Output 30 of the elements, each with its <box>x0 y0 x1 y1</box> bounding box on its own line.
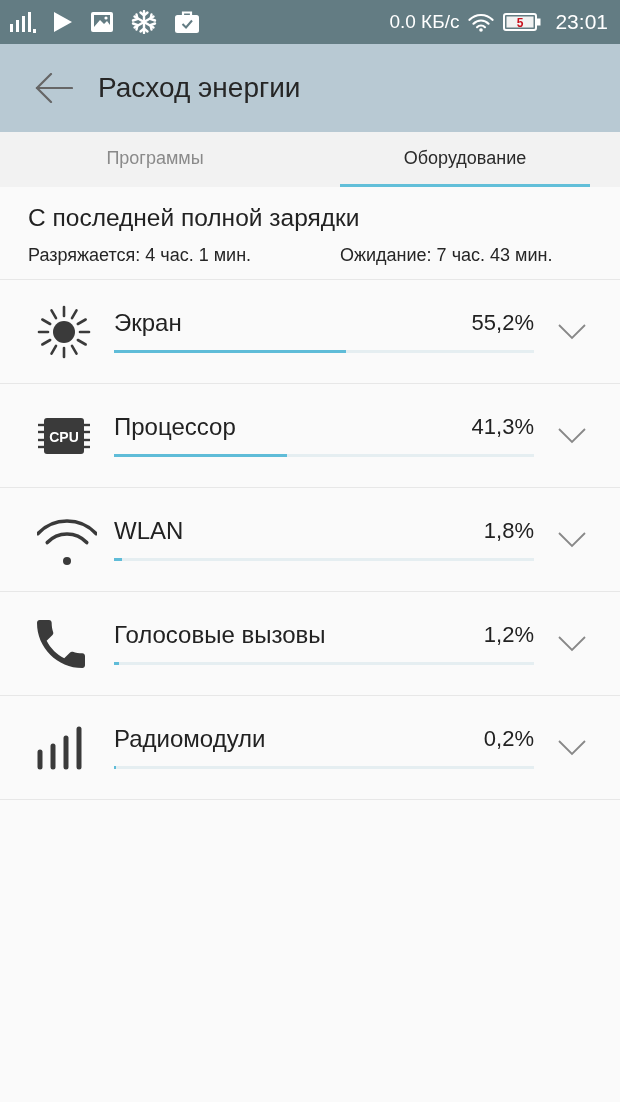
wifi-icon <box>468 12 495 32</box>
sun-icon <box>37 304 91 359</box>
component-name: Процессор <box>114 413 236 441</box>
snowflake-icon <box>131 10 157 34</box>
standby-time: Ожидание: 7 час. 43 мин. <box>340 245 554 266</box>
phone-handset-icon <box>37 619 85 668</box>
image-icon <box>90 11 114 33</box>
summary-title: С последней полной зарядки <box>28 203 361 233</box>
usage-percent: 1,8% <box>483 518 534 544</box>
discharging-time: Разряжается: 4 час. 1 мин. <box>28 245 253 266</box>
briefcase-check-icon <box>174 10 200 34</box>
screen-title: Расход энергии <box>98 72 301 104</box>
component-name: Экран <box>114 309 182 337</box>
chevron-icon[interactable] <box>558 427 586 444</box>
usage-percent: 41,3% <box>471 414 534 440</box>
chevron-icon[interactable] <box>558 739 586 756</box>
signal-bars-icon <box>10 11 36 33</box>
clock-time: 23:01 <box>555 10 608 34</box>
component-name: Радиомодули <box>114 725 266 753</box>
network-speed: 0.0 КБ/с <box>389 11 460 33</box>
play-icon <box>53 11 73 33</box>
chevron-icon[interactable] <box>558 635 586 652</box>
usage-percent: 55,2% <box>471 310 534 336</box>
component-name: WLAN <box>114 517 184 545</box>
signal-bars-icon <box>37 725 83 770</box>
chevron-icon[interactable] <box>558 323 586 340</box>
usage-percent: 0,2% <box>483 726 534 752</box>
chevron-icon[interactable] <box>558 531 586 548</box>
component-name: Голосовые вызовы <box>114 621 326 649</box>
usage-percent: 1,2% <box>483 622 534 648</box>
